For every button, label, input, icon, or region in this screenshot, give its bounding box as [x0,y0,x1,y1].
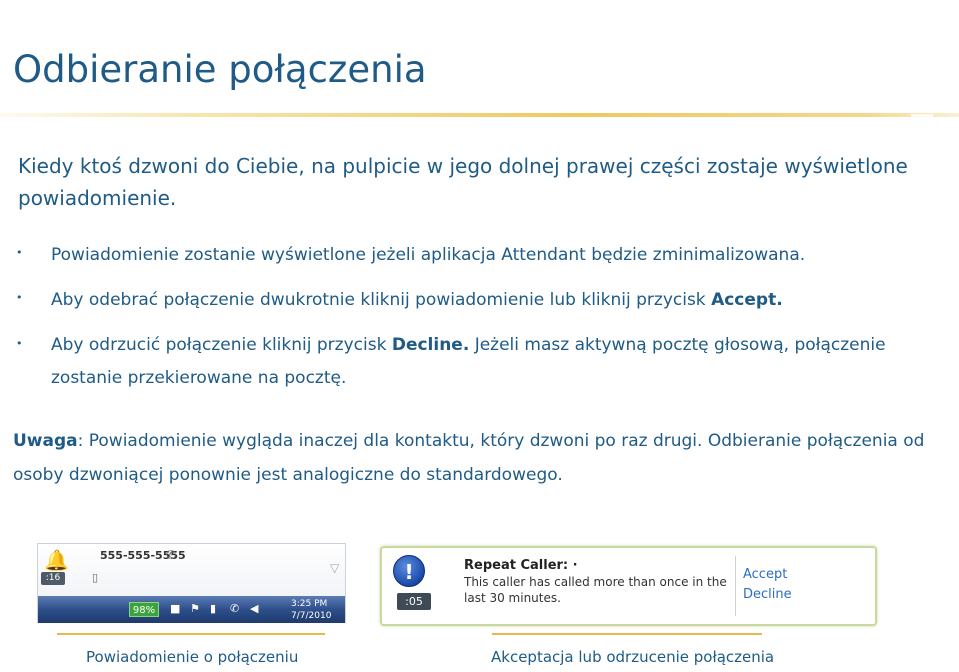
repeat-caller-title-text: Repeat Caller: [464,558,569,573]
clock-time: 3:25 PM [291,599,328,609]
incoming-call-notification[interactable]: 🔔 555-555-5555 ✆ :16 ▯ ▽ 98% ■ ⚑ ▮ ✆ ◀ 3… [37,543,346,623]
repeat-caller-notification[interactable]: ! :05 Repeat Caller: · This caller has c… [380,546,877,626]
caption-left: Powiadomienie o połączeniu [86,648,299,666]
battery-icon[interactable]: ▮ [210,602,216,615]
caption-left-rule [57,633,325,635]
plug-icon[interactable]: ■ [170,602,180,615]
bullet-marker: • [16,337,23,350]
bullet-item-3: Aby odrzucić połączenie kliknij przycisk… [51,329,931,395]
document-icon: ▯ [92,571,99,584]
repeat-caller-title: Repeat Caller: · [464,558,578,573]
repeat-caller-icon-group: ! :05 [389,554,431,612]
repeat-caller-title-suffix: · [568,558,578,573]
windows-taskbar: 98% ■ ⚑ ▮ ✆ ◀ 3:25 PM 7/7/2010 [38,596,345,623]
decline-link[interactable]: Decline [743,587,792,602]
exclamation-icon: ! [393,555,425,587]
bullet-item-2: Aby odebrać połączenie dwukrotnie klikni… [51,284,931,317]
caption-right-rule [492,633,762,635]
accept-keyword: Accept. [711,290,783,310]
decline-keyword: Decline. [391,335,470,355]
note-text: : Powiadomienie wygląda inaczej dla kont… [13,431,925,485]
repeat-caller-message: This caller has called more than once in… [464,575,727,605]
taskbar-clock[interactable]: 3:25 PM 7/7/2010 [291,598,343,622]
bullet-marker: • [16,291,23,304]
flag-icon[interactable]: ⚑ [190,602,200,615]
note-paragraph: Uwaga: Powiadomienie wygląda inaczej dla… [13,424,933,492]
page-title: Odbieranie połączenia [13,48,427,91]
caption-right: Akceptacja lub odrzucenie połączenia [491,648,775,666]
bullet-item-1-text: Powiadomienie zostanie wyświetlone jeżel… [51,245,806,265]
bullet-item-1: Powiadomienie zostanie wyświetlone jeżel… [51,239,931,272]
battery-percent: 98% [129,602,159,617]
intro-text: Kiedy ktoś dzwoni do Ciebie, na pulpicie… [18,154,908,210]
accept-link[interactable]: Accept [743,567,787,582]
close-icon[interactable]: ▽ [330,561,339,575]
note-label: Uwaga [13,431,78,451]
bell-icon: 🔔 [44,548,69,572]
title-divider-tip [911,114,933,117]
phone-off-icon[interactable]: ✆ [230,602,239,615]
phone-icon: ✆ [166,548,177,562]
call-timer: :05 [397,593,431,610]
clock-date: 7/7/2010 [291,611,332,621]
action-divider [735,556,736,616]
volume-icon[interactable]: ◀ [250,602,258,615]
bullet-item-2-text: Aby odebrać połączenie dwukrotnie klikni… [51,290,712,310]
title-divider [0,113,959,117]
bullet-item-3-text: Aby odrzucić połączenie kliknij przycisk [51,335,392,355]
call-timer: :16 [41,572,65,585]
bullet-marker: • [16,246,23,259]
